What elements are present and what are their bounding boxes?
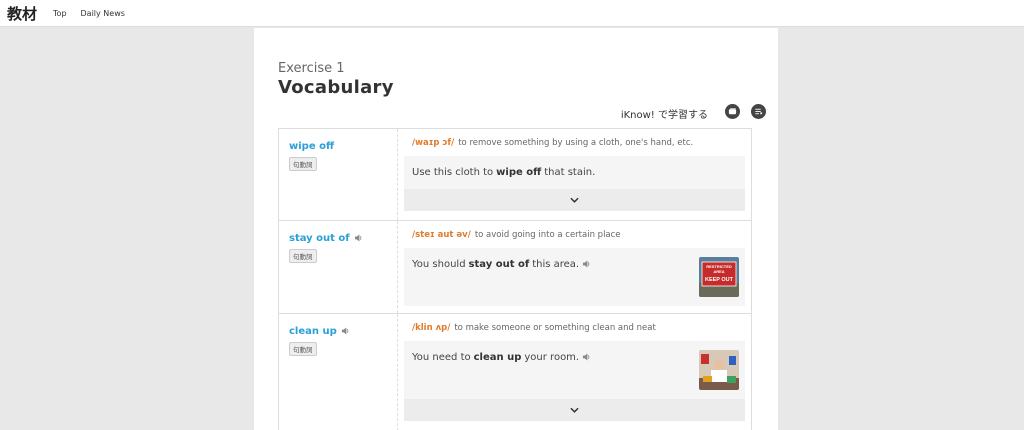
- example-box: You need to clean up your room.: [404, 341, 745, 421]
- example-before: Use this cloth to: [412, 167, 494, 178]
- example-image: [699, 350, 739, 390]
- nav-link-top[interactable]: Top: [53, 9, 67, 18]
- expand-button[interactable]: [404, 189, 745, 211]
- definition-line: /steɪ aut əv/ to avoid going into a cert…: [404, 228, 745, 242]
- example-box: Use this cloth to wipe off that stain.: [404, 156, 745, 211]
- word-label[interactable]: clean up: [289, 326, 397, 337]
- speaker-icon[interactable]: [341, 326, 350, 337]
- vocab-row: wipe off 句動詞 /waɪp ɔf/ to remove somethi…: [279, 129, 751, 221]
- word-text: clean up: [289, 326, 337, 337]
- example-sentence: You should stay out of this area.: [404, 248, 745, 281]
- vocabulary-table: wipe off 句動詞 /waɪp ɔf/ to remove somethi…: [278, 128, 752, 430]
- list-icon[interactable]: [751, 104, 766, 119]
- word-cell: stay out of 句動詞: [279, 221, 398, 313]
- speaker-icon[interactable]: [582, 352, 591, 363]
- definition-text: to avoid going into a certain place: [474, 230, 621, 240]
- example-box: You should stay out of this area. RESTRI…: [404, 248, 745, 306]
- exercise-number: Exercise 1: [278, 61, 345, 76]
- iknow-label[interactable]: iKnow! で学習する: [621, 106, 708, 121]
- ipa: /klin ʌp/: [412, 323, 451, 333]
- example-sentence: Use this cloth to wipe off that stain.: [404, 156, 745, 189]
- definition-text: to make someone or something clean and n…: [454, 323, 656, 333]
- definition-cell: /waɪp ɔf/ to remove something by using a…: [398, 129, 751, 220]
- part-of-speech-tag: 句動詞: [289, 157, 317, 171]
- example-bold: clean up: [473, 352, 522, 363]
- speaker-icon[interactable]: [354, 233, 363, 244]
- ipa: /waɪp ɔf/: [412, 138, 455, 148]
- part-of-speech-tag: 句動詞: [289, 342, 317, 356]
- definition-text: to remove something by using a cloth, on…: [458, 138, 694, 148]
- exercise-title: Vocabulary: [278, 77, 394, 98]
- word-cell: clean up 句動詞: [279, 314, 398, 430]
- example-after: that stain.: [544, 167, 596, 178]
- example-before: You need to: [412, 352, 471, 363]
- word-text: stay out of: [289, 233, 350, 244]
- vocab-row: clean up 句動詞 /klin ʌp/ to make someone o…: [279, 314, 751, 430]
- definition-cell: /steɪ aut əv/ to avoid going into a cert…: [398, 221, 751, 313]
- site-logo[interactable]: 教材: [7, 3, 37, 24]
- definition-line: /klin ʌp/ to make someone or something c…: [404, 321, 745, 335]
- definition-cell: /klin ʌp/ to make someone or something c…: [398, 314, 751, 430]
- definition-line: /waɪp ɔf/ to remove something by using a…: [404, 136, 745, 150]
- example-after: this area.: [532, 259, 580, 270]
- flashcard-icon[interactable]: [725, 104, 740, 119]
- sign-text-keep-out: KEEP OUT: [705, 277, 734, 283]
- part-of-speech-tag: 句動詞: [289, 249, 317, 263]
- chevron-down-icon: [570, 407, 579, 413]
- ipa: /steɪ aut əv/: [412, 230, 471, 240]
- word-label[interactable]: stay out of: [289, 233, 397, 244]
- example-sentence: You need to clean up your room.: [404, 341, 745, 399]
- main-content: Exercise 1 Vocabulary iKnow! で学習する wipe …: [254, 28, 778, 430]
- speaker-icon[interactable]: [582, 259, 591, 270]
- example-image: RESTRICTED AREA KEEP OUT: [699, 257, 739, 297]
- sign-text-area: AREA: [713, 269, 724, 274]
- example-before: You should: [412, 259, 466, 270]
- example-bold: wipe off: [496, 167, 542, 178]
- expand-button[interactable]: [404, 399, 745, 421]
- example-bold: stay out of: [468, 259, 530, 270]
- word-cell: wipe off 句動詞: [279, 129, 398, 220]
- chevron-down-icon: [570, 197, 579, 203]
- nav-link-daily-news[interactable]: Daily News: [81, 9, 125, 18]
- word-label[interactable]: wipe off: [289, 141, 397, 152]
- vocab-row: stay out of 句動詞 /steɪ aut əv/ to avoid g…: [279, 221, 751, 314]
- example-after: your room.: [524, 352, 580, 363]
- top-navbar: 教材 Top Daily News: [0, 0, 1024, 27]
